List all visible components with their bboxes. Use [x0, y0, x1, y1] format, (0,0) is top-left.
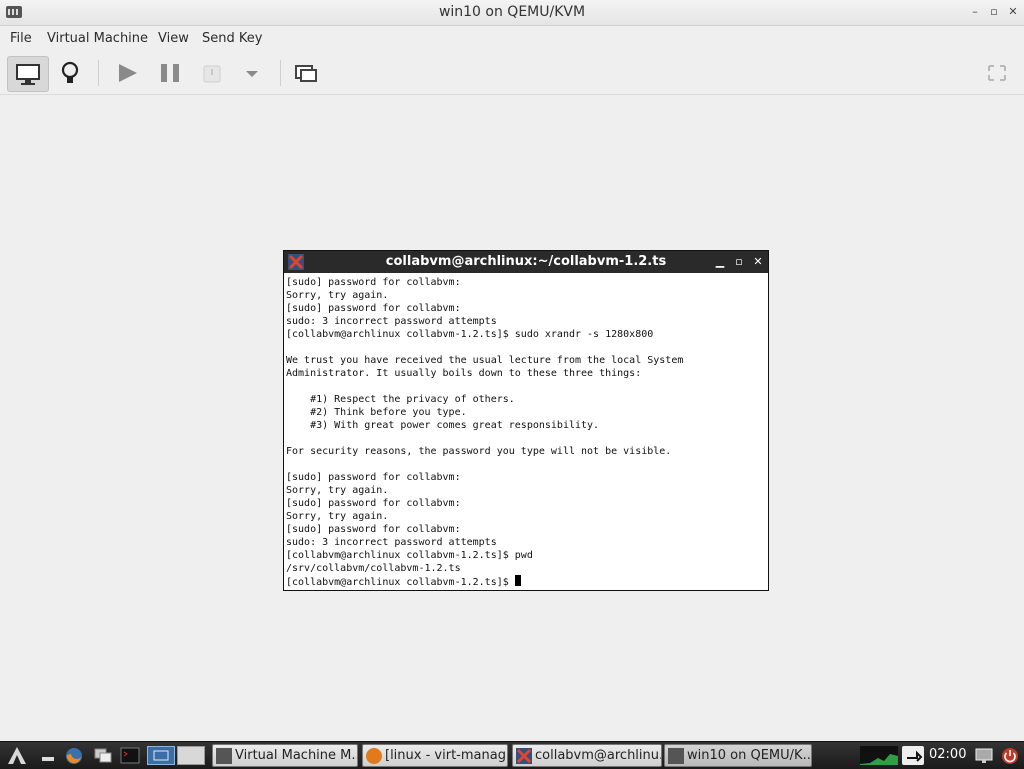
cpu-monitor	[860, 746, 898, 765]
arch-logo-icon	[8, 747, 26, 764]
show-console-button[interactable]	[7, 56, 49, 92]
minimize-all-icon	[42, 757, 54, 761]
toolbar-separator	[280, 60, 281, 86]
terminal-icon	[120, 747, 140, 764]
firefox-icon	[66, 748, 82, 764]
menubar: File Virtual Machine View Send Key	[0, 26, 1024, 52]
menu-view[interactable]: View	[158, 31, 189, 46]
terminal-line: Administrator. It usually boils down to …	[286, 368, 642, 379]
terminal-line: Sorry, try again.	[286, 290, 389, 301]
firefox-icon	[366, 748, 382, 764]
terminal-line: Sorry, try again.	[286, 485, 389, 496]
terminal-minimize-button[interactable]: ▁	[714, 255, 726, 268]
terminal-titlebar[interactable]: collabvm@archlinux:~/collabvm-1.2.ts ▁ ▫…	[284, 251, 768, 273]
shutdown-menu-button[interactable]	[232, 56, 272, 90]
terminal-line: #1) Respect the privacy of others.	[286, 394, 515, 405]
menu-file[interactable]: File	[10, 31, 32, 46]
task-win10-qemu[interactable]: win10 on QEMU/K...	[664, 744, 812, 767]
terminal-line: sudo: 3 incorrect password attempts	[286, 537, 497, 548]
power-icon	[203, 65, 221, 83]
terminal-line: For security reasons, the password you t…	[286, 446, 672, 457]
snapshots-button[interactable]	[286, 56, 326, 90]
close-button[interactable]: ✕	[1006, 5, 1020, 19]
terminal-line: #3) With great power comes great respons…	[286, 420, 600, 431]
virt-manager-icon	[216, 748, 232, 764]
terminal-line: [sudo] password for collabvm:	[286, 524, 461, 535]
desktop-icon	[153, 750, 169, 761]
cpu-graph-icon	[860, 754, 898, 765]
display-icon	[975, 748, 993, 763]
task-virtual-machine-manager[interactable]: Virtual Machine M...	[212, 744, 358, 767]
menu-virtual-machine[interactable]: Virtual Machine	[47, 31, 148, 46]
lightbulb-icon	[61, 61, 79, 83]
network-status[interactable]	[902, 746, 924, 765]
terminal-title: collabvm@archlinux:~/collabvm-1.2.ts	[385, 254, 667, 269]
minimize-all-button[interactable]	[38, 746, 58, 765]
desktop-pager-1[interactable]	[147, 746, 175, 765]
maximize-button[interactable]: ▫	[987, 5, 1001, 19]
fullscreen-button[interactable]	[977, 56, 1017, 90]
start-menu-button[interactable]	[6, 746, 26, 765]
pause-icon	[161, 64, 179, 82]
terminal-prompt: [collabvm@archlinux collabvm-1.2.ts]$	[286, 577, 515, 588]
terminal-line: [collabvm@archlinux collabvm-1.2.ts]$ pw…	[286, 550, 533, 561]
terminal-output[interactable]: [sudo] password for collabvm: Sorry, try…	[286, 276, 766, 588]
terminal-close-button[interactable]: ✕	[752, 255, 764, 268]
taskbar: Virtual Machine M... [linux - virt-manag…	[0, 741, 1024, 769]
terminal-line: [sudo] password for collabvm:	[286, 303, 461, 314]
terminal-line: #2) Think before you type.	[286, 407, 467, 418]
terminal-line: /srv/collabvm/collabvm-1.2.ts	[286, 563, 461, 574]
windows-icon	[94, 748, 112, 763]
show-details-button[interactable]	[50, 56, 90, 90]
task-xterm-collabvm[interactable]: collabvm@archlinu...	[512, 744, 662, 767]
fullscreen-icon	[988, 65, 1006, 81]
shutdown-button[interactable]	[192, 56, 232, 90]
terminal-line: Sorry, try again.	[286, 511, 389, 522]
play-icon	[119, 64, 137, 82]
virt-viewer-icon	[668, 748, 684, 764]
snapshots-icon	[295, 65, 317, 82]
terminal-line: We trust you have received the usual lec…	[286, 355, 684, 366]
terminal-launcher[interactable]	[120, 746, 140, 765]
toolbar-separator	[98, 60, 99, 86]
terminal-line: [collabvm@archlinux collabvm-1.2.ts]$ su…	[286, 329, 654, 340]
pause-button[interactable]	[150, 56, 190, 90]
terminal-line: [sudo] password for collabvm:	[286, 277, 461, 288]
text-cursor	[514, 575, 521, 586]
logout-button[interactable]	[1000, 746, 1020, 765]
chevron-down-icon	[246, 71, 258, 77]
power-icon	[1002, 748, 1018, 764]
network-icon	[907, 750, 923, 762]
terminal-line: sudo: 3 incorrect password attempts	[286, 316, 497, 327]
terminal-line: [sudo] password for collabvm:	[286, 472, 461, 483]
xterm-icon	[516, 748, 532, 764]
run-button[interactable]	[107, 56, 147, 90]
terminal-line: [sudo] password for collabvm:	[286, 498, 461, 509]
window-titlebar[interactable]: win10 on QEMU/KVM – ▫ ✕	[0, 0, 1024, 26]
minimize-button[interactable]: –	[968, 5, 982, 19]
monitor-icon	[16, 64, 40, 85]
task-firefox-virt-manager[interactable]: [linux - virt-manag...	[362, 744, 508, 767]
toolbar	[0, 52, 1024, 95]
desktop-pager-2[interactable]	[177, 746, 205, 765]
window-title: win10 on QEMU/KVM	[438, 4, 586, 20]
clock[interactable]: 02:00	[929, 747, 966, 762]
terminal-window[interactable]: collabvm@archlinux:~/collabvm-1.2.ts ▁ ▫…	[283, 250, 769, 591]
menu-send-key[interactable]: Send Key	[202, 31, 262, 46]
terminal-prompt-line[interactable]: [collabvm@archlinux collabvm-1.2.ts]$	[286, 575, 766, 588]
terminal-maximize-button[interactable]: ▫	[733, 255, 745, 268]
firefox-launcher[interactable]	[64, 746, 84, 765]
show-desktop-button[interactable]	[974, 746, 994, 765]
window-switcher-launcher[interactable]	[93, 746, 113, 765]
